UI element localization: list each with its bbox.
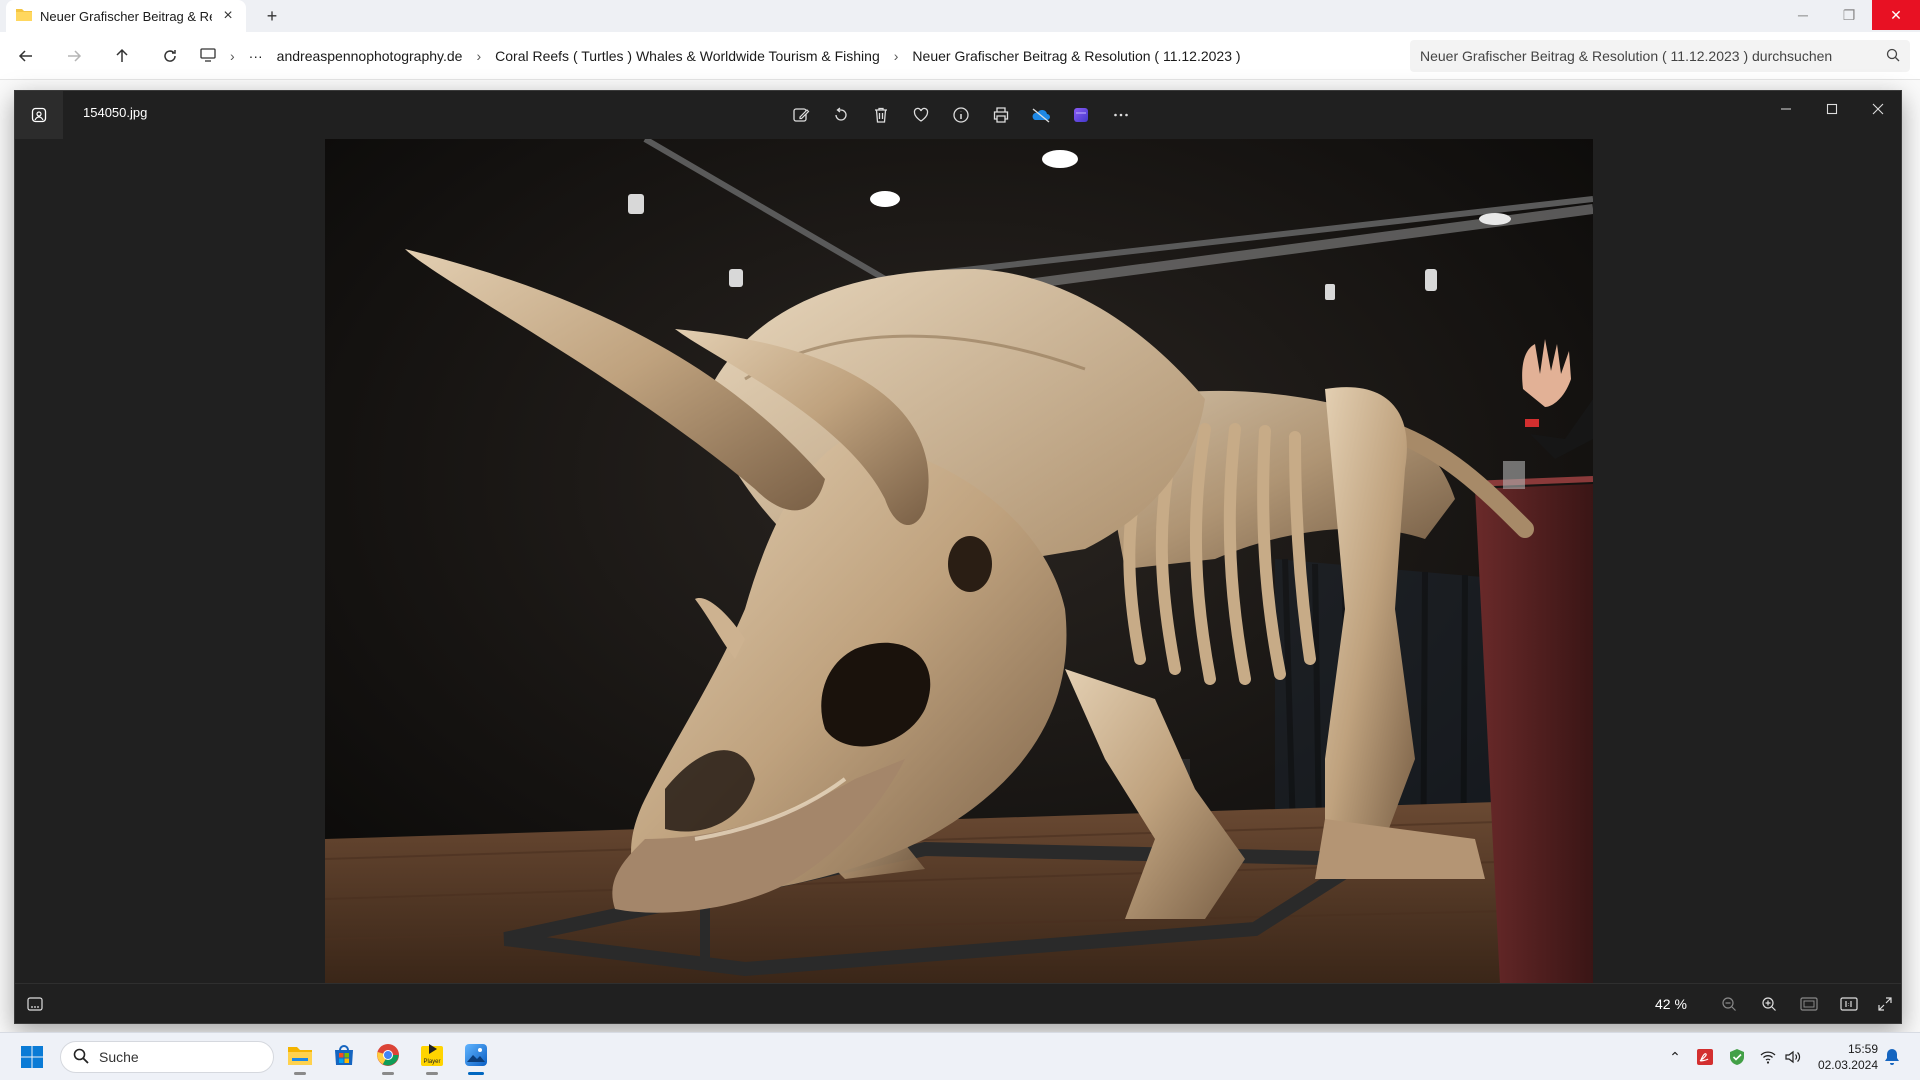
viewer-minimize-button[interactable] [1763,91,1809,127]
close-button[interactable]: ✕ [1872,0,1920,30]
pdf-app-icon[interactable] [1696,1048,1714,1071]
onedrive-icon[interactable] [1025,99,1057,131]
volume-icon[interactable] [1784,1049,1802,1070]
clock-date: 02.03.2024 [1817,1058,1878,1072]
taskbar: Suche Player ⌃ 15:59 02.03.2024 [0,1032,1920,1080]
breadcrumb-item-1[interactable]: andreaspennophotography.de [277,48,463,64]
new-tab-button[interactable]: + [260,4,284,28]
windows-start-icon[interactable] [14,1041,50,1073]
search-icon [73,1048,89,1067]
photos-viewer-window: 154050.jpg 42 % [14,90,1902,1024]
viewer-titlebar: 154050.jpg [15,91,1901,139]
search-placeholder: Neuer Grafischer Beitrag & Resolution ( … [1420,48,1833,64]
taskbar-photos[interactable] [458,1039,494,1075]
breadcrumb-item-2[interactable]: Coral Reefs ( Turtles ) Whales & Worldwi… [495,48,880,64]
filmstrip-toggle-icon[interactable] [21,990,49,1018]
refresh-button[interactable] [158,44,182,68]
taskbar-search-input[interactable]: Suche [60,1041,274,1073]
viewer-close-button[interactable] [1855,91,1901,127]
running-indicator [426,1072,438,1075]
chrome-icon [376,1043,400,1072]
file-name: 154050.jpg [83,105,148,120]
zoom-out-icon[interactable] [1715,990,1743,1018]
chevron-right-icon: › [476,48,482,64]
favorite-icon[interactable] [905,99,937,131]
chevron-right-icon: › [230,48,235,64]
fullscreen-icon[interactable] [1871,990,1899,1018]
photos-icon [464,1043,488,1072]
chevron-up-icon[interactable]: ⌃ [1664,1049,1686,1066]
search-icon [1886,48,1900,65]
restore-button[interactable]: ❐ [1826,0,1872,30]
actual-size-icon[interactable] [1835,990,1863,1018]
system-clock[interactable]: 15:59 02.03.2024 [1812,1041,1878,1073]
delete-icon[interactable] [865,99,897,131]
running-indicator [382,1072,394,1075]
wifi-icon[interactable] [1760,1049,1776,1070]
rotate-icon[interactable] [825,99,857,131]
more-icon[interactable] [1105,99,1137,131]
store-icon [332,1043,356,1072]
viewer-toolbar [785,99,1137,131]
clock-time: 15:59 [1847,1042,1878,1056]
breadcrumb-overflow-icon[interactable]: ··· [249,48,263,64]
breadcrumb: › ··· andreaspennophotography.de › Coral… [200,40,1400,72]
viewer-statusbar: 42 % [15,983,1901,1023]
clipchamp-icon[interactable] [1065,99,1097,131]
folder-icon [287,1044,313,1071]
player-icon: Player [419,1042,445,1073]
player-icon-label: Player [423,1059,440,1065]
taskbar-player[interactable]: Player [414,1039,450,1075]
security-check-icon[interactable] [1728,1048,1746,1071]
taskbar-chrome[interactable] [370,1039,406,1075]
forward-button[interactable] [62,44,86,68]
notification-bell-icon[interactable] [1884,1048,1900,1071]
fit-to-window-icon[interactable] [1795,990,1823,1018]
tab-title: Neuer Grafischer Beitrag & Resolution ( … [40,8,212,24]
edit-icon[interactable] [785,99,817,131]
taskbar-microsoft-store[interactable] [326,1039,362,1075]
back-button[interactable] [14,44,38,68]
photos-app-icon[interactable] [15,91,63,139]
photo-triceratops-skeleton[interactable] [325,139,1593,984]
tab-strip: Neuer Grafischer Beitrag & Resolution ( … [0,0,1920,32]
chevron-right-icon: › [893,48,899,64]
breadcrumb-item-3[interactable]: Neuer Grafischer Beitrag & Resolution ( … [912,48,1240,64]
active-indicator [468,1072,484,1075]
folder-icon [16,7,32,26]
explorer-tab[interactable]: Neuer Grafischer Beitrag & Resolution ( … [6,0,246,32]
explorer-search-input[interactable]: Neuer Grafischer Beitrag & Resolution ( … [1410,40,1910,72]
info-icon[interactable] [945,99,977,131]
minimize-button[interactable]: ─ [1780,0,1826,30]
print-icon[interactable] [985,99,1017,131]
taskbar-search-label: Suche [99,1049,139,1065]
viewer-maximize-button[interactable] [1809,91,1855,127]
zoom-in-icon[interactable] [1755,990,1783,1018]
zoom-level: 42 % [1655,996,1687,1012]
address-bar: › ··· andreaspennophotography.de › Coral… [0,32,1920,80]
up-button[interactable] [110,44,134,68]
running-indicator [294,1072,306,1075]
monitor-icon[interactable] [200,47,216,65]
taskbar-file-explorer[interactable] [282,1039,318,1075]
tab-close-icon[interactable]: × [220,7,236,25]
